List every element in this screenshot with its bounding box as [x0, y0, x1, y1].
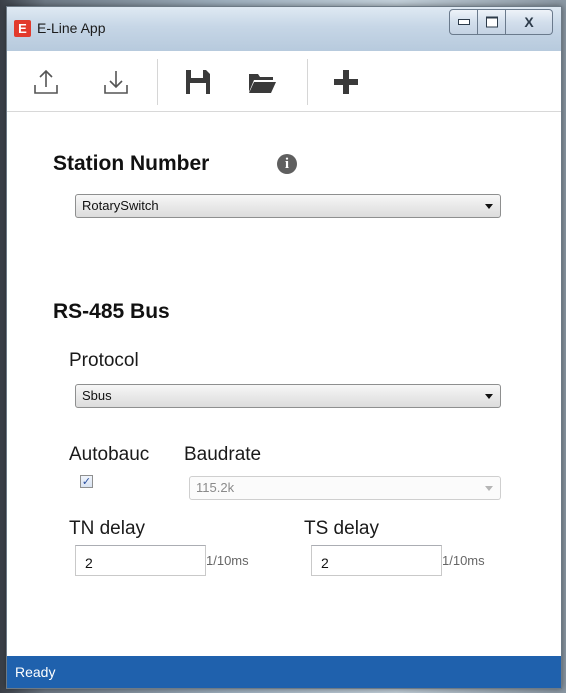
- ts-delay-input[interactable]: 2: [311, 545, 442, 576]
- chevron-down-icon: [485, 486, 493, 491]
- rs485-heading: RS-485 Bus: [53, 300, 170, 323]
- close-icon: X: [524, 14, 534, 30]
- maximize-button[interactable]: [478, 9, 506, 35]
- tn-delay-label: TN delay: [69, 518, 146, 539]
- save-icon: [186, 70, 210, 94]
- caption-buttons: X: [449, 9, 553, 35]
- add-button[interactable]: [329, 65, 363, 99]
- open-folder-button[interactable]: [245, 65, 279, 99]
- protocol-select[interactable]: Sbus: [75, 384, 501, 408]
- baudrate-label: Baudrate: [184, 444, 262, 465]
- download-icon: [104, 71, 128, 94]
- baudrate-select[interactable]: 115.2k: [189, 476, 501, 500]
- protocol-label: Protocol: [69, 350, 139, 371]
- toolbar: [7, 51, 561, 112]
- save-button[interactable]: [181, 65, 215, 99]
- ts-delay-label: TS delay: [304, 518, 379, 539]
- toolbar-separator: [157, 59, 158, 105]
- ts-delay-unit: 1/10ms: [442, 553, 485, 568]
- tn-delay-input[interactable]: 2: [75, 545, 206, 576]
- minimize-button[interactable]: [449, 9, 478, 35]
- upload-button[interactable]: [29, 65, 63, 99]
- autobaud-label: Autobauc: [69, 444, 150, 465]
- baudrate-select-value: 115.2k: [196, 480, 235, 495]
- info-icon[interactable]: i: [277, 154, 297, 174]
- upload-icon: [34, 69, 58, 94]
- add-icon: [334, 70, 358, 94]
- chevron-down-icon: [485, 394, 493, 399]
- station-number-select[interactable]: RotarySwitch: [75, 194, 501, 218]
- window-title: E-Line App: [37, 20, 106, 36]
- station-number-heading: Station Number: [53, 152, 210, 175]
- minimize-icon: [457, 19, 470, 25]
- status-text: Ready: [15, 664, 56, 680]
- status-bar: Ready: [7, 656, 561, 688]
- tn-delay-unit: 1/10ms: [206, 553, 249, 568]
- station-number-select-value: RotarySwitch: [82, 198, 159, 213]
- title-bar[interactable]: E E-Line App X: [7, 7, 561, 51]
- app-icon: E: [14, 20, 31, 37]
- maximize-icon: [485, 16, 498, 28]
- close-button[interactable]: X: [506, 9, 553, 35]
- protocol-select-value: Sbus: [82, 388, 112, 403]
- autobaud-checkbox[interactable]: ✓: [80, 475, 93, 488]
- toolbar-separator: [307, 59, 308, 105]
- app-window: E E-Line App X Station Number i RotarySw…: [6, 6, 562, 689]
- chevron-down-icon: [485, 204, 493, 209]
- open-folder-icon: [249, 74, 276, 93]
- download-button[interactable]: [99, 65, 133, 99]
